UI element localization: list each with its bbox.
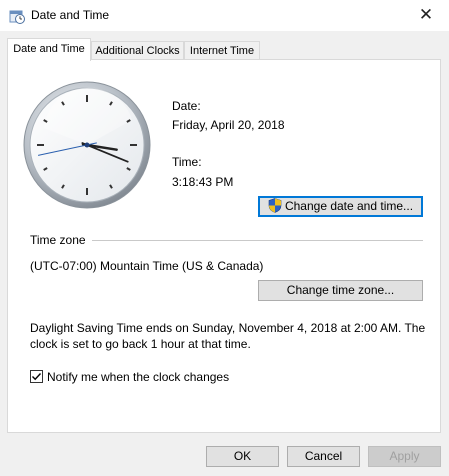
apply-button[interactable]: Apply (368, 446, 441, 467)
notify-label[interactable]: Notify me when the clock changes (47, 370, 229, 384)
change-timezone-button[interactable]: Change time zone... (258, 280, 423, 301)
tab-date-and-time[interactable]: Date and Time (7, 38, 91, 61)
ok-label: OK (233, 449, 252, 463)
title-bar: Date and Time ✕ (0, 0, 449, 31)
tab-additional-clocks[interactable]: Additional Clocks (91, 41, 184, 60)
analog-clock (23, 81, 151, 209)
apply-label: Apply (389, 449, 420, 463)
date-value: Friday, April 20, 2018 (172, 118, 285, 132)
uac-shield-icon (268, 198, 282, 219)
close-button[interactable]: ✕ (403, 0, 449, 31)
clock-calendar-icon (9, 8, 25, 24)
notify-checkbox[interactable] (30, 370, 43, 383)
checkmark-icon (32, 373, 42, 381)
cancel-button[interactable]: Cancel (287, 446, 360, 467)
timezone-separator (92, 240, 423, 241)
change-timezone-label: Change time zone... (286, 283, 395, 297)
window-title: Date and Time (31, 8, 110, 22)
tab-label: Date and Time (13, 43, 85, 55)
close-icon: ✕ (418, 5, 434, 24)
dst-info-line2: clock is set to go back 1 hour at that t… (30, 337, 251, 351)
dst-info-line1: Daylight Saving Time ends on Sunday, Nov… (30, 321, 426, 335)
ok-button[interactable]: OK (206, 446, 279, 467)
date-label: Date: (172, 99, 201, 113)
tab-label: Additional Clocks (95, 45, 180, 57)
time-value: 3:18:43 PM (172, 175, 234, 189)
change-date-time-label: Change date and time... (284, 199, 414, 213)
timezone-value: (UTC-07:00) Mountain Time (US & Canada) (30, 259, 264, 273)
time-label: Time: (172, 155, 202, 169)
clock-center (84, 142, 90, 148)
cancel-label: Cancel (304, 449, 343, 463)
tab-label: Internet Time (189, 45, 255, 57)
tab-internet-time[interactable]: Internet Time (184, 41, 260, 60)
timezone-heading: Time zone (30, 233, 86, 247)
change-date-time-button[interactable]: Change date and time... (258, 196, 423, 217)
